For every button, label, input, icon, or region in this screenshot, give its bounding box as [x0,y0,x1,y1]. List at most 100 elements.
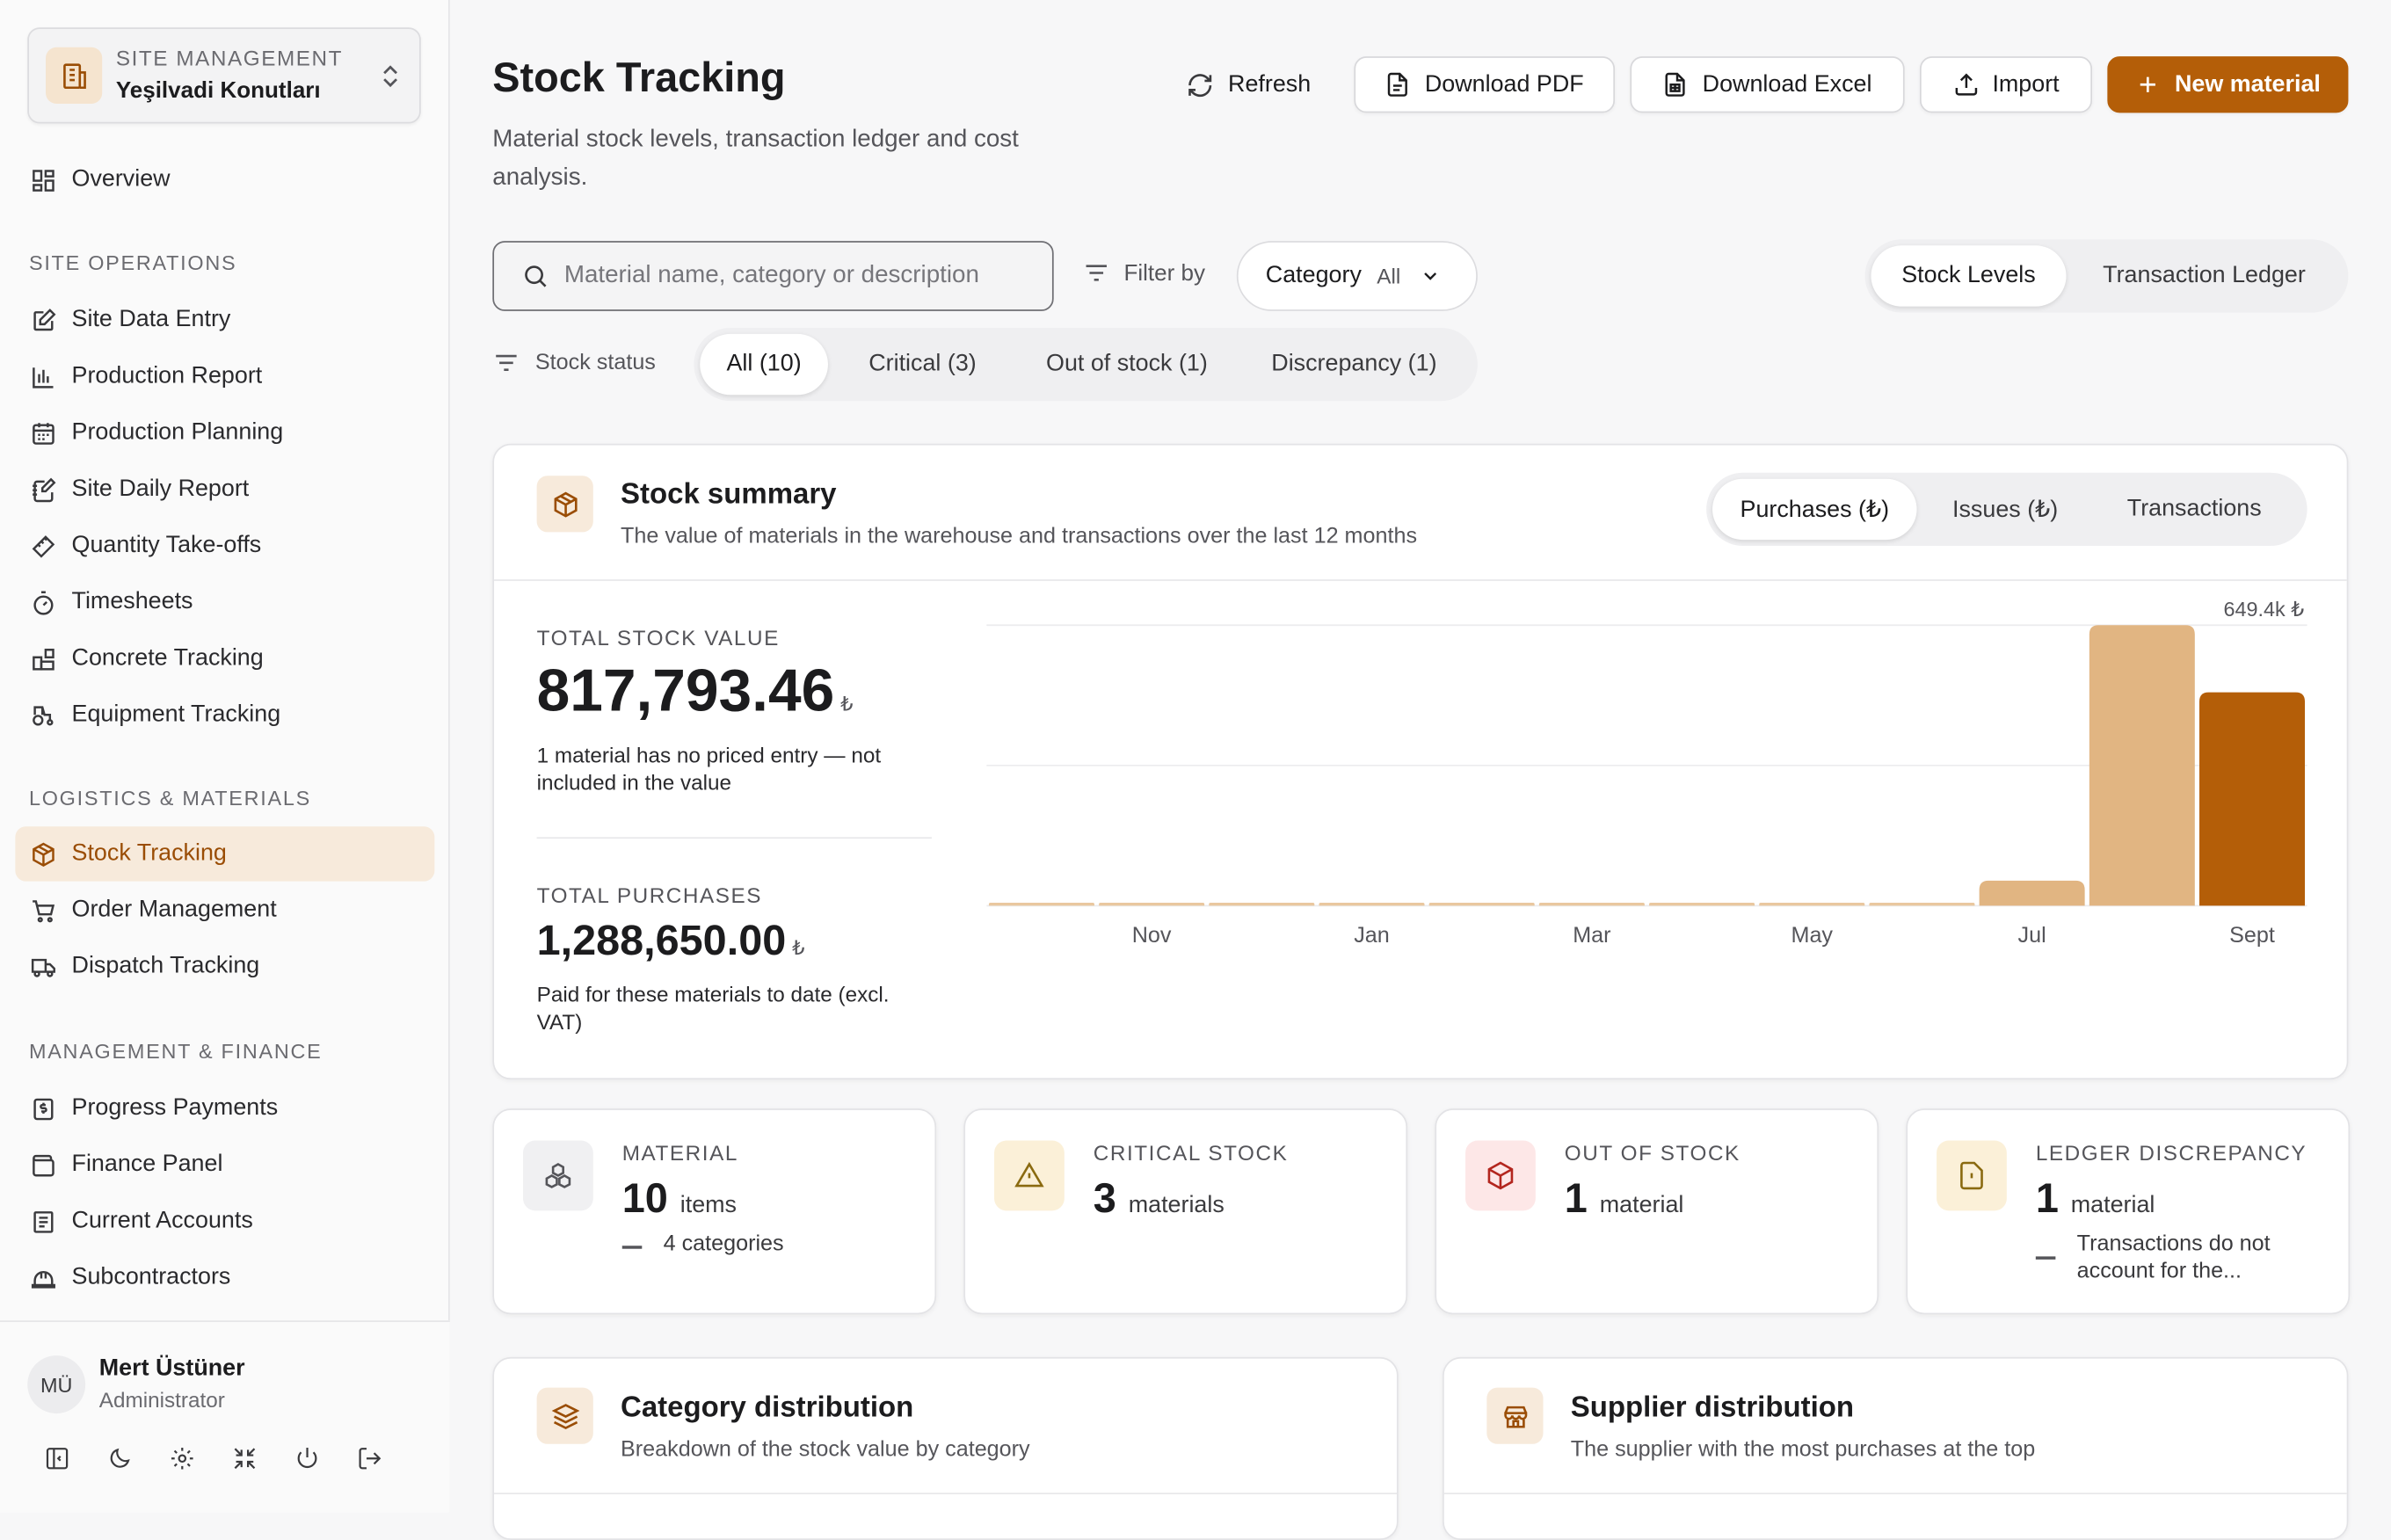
kpi-material: MATERIAL 10 items 4 categories [492,1108,937,1315]
timer-icon [29,589,56,616]
bar-jul[interactable] [1979,880,2085,906]
wallet-icon [29,1151,56,1179]
sidebar-item-stock-tracking[interactable]: Stock Tracking [15,826,435,882]
moon-icon[interactable] [105,1444,133,1471]
status-tab-discrepancy[interactable]: Discrepancy (1) [1237,334,1472,395]
bar-may[interactable] [1759,902,1865,906]
sidebar-item-production-report[interactable]: Production Report [15,349,434,403]
bar-aug[interactable] [2089,625,2195,906]
bar-oct[interactable] [988,902,1094,906]
sidebar-item-site-daily-report[interactable]: Site Daily Report [15,462,434,517]
x-tick-label: Jul [2018,923,2046,948]
sidebar-item-label: Production Planning [71,419,284,446]
power-icon[interactable] [293,1444,320,1471]
kpi-unit: items [680,1192,738,1219]
building-icon [46,47,103,104]
nav-section-logistics: LOGISTICS & MATERIALS [28,787,311,810]
kpi-out-of-stock: OUT OF STOCK 1 material [1435,1108,1879,1315]
bar-dec[interactable] [1209,902,1315,906]
bar-jun[interactable] [1869,902,1975,906]
total-purchases-value: 1,288,650.00 ₺ [537,917,805,966]
file-alert-icon [1937,1140,2007,1211]
status-tab-out-of-stock[interactable]: Out of stock (1) [1017,334,1237,395]
bar-jan[interactable] [1319,902,1425,906]
bar-sept[interactable] [2199,692,2305,906]
kpi-label: LEDGER DISCREPANCY [2035,1140,2307,1166]
bar-apr[interactable] [1649,902,1755,906]
category-select[interactable]: Category All [1236,241,1478,311]
kpi-label: CRITICAL STOCK [1093,1140,1289,1166]
kpi-desc-text: Transactions do not account for the... [2076,1231,2271,1284]
upload-icon [1952,72,1978,98]
x-tick-label: May [1791,923,1834,948]
tab-purchases[interactable]: Purchases (₺) [1712,478,1917,541]
purchases-bar-chart: 649.4k ₺ Nov Jan Mar May Jul Sept [986,598,2307,948]
sidebar: SITE MANAGEMENT Yeşilvadi Konutları Over… [0,0,450,1513]
tractor-icon [29,701,56,729]
kpi-desc: Transactions do not account for the... [2035,1231,2326,1285]
site-switcher[interactable]: SITE MANAGEMENT Yeşilvadi Konutları [27,27,421,124]
bar-chart-icon [29,363,56,390]
kpi-number: 3 [1093,1175,1116,1222]
tab-transaction-ledger[interactable]: Transaction Ledger [2067,245,2343,306]
status-tab-critical[interactable]: Critical (3) [828,334,1017,395]
sidebar-item-label: Subcontractors [71,1264,231,1290]
sidebar-item-overview[interactable]: Overview [15,152,434,207]
user-name: Mert Üstüner [98,1355,245,1382]
filter-by: Filter by [1083,259,1205,287]
search-icon [521,262,549,289]
category-subtitle: Breakdown of the stock value by category [621,1437,1030,1463]
sidebar-item-order-management[interactable]: Order Management [15,883,434,937]
sidebar-item-label: Site Daily Report [71,476,250,502]
sidebar-item-production-planning[interactable]: Production Planning [15,405,434,460]
chevron-down-icon [1421,265,1442,287]
sidebar-item-finance-panel[interactable]: Finance Panel [15,1137,434,1192]
new-material-button[interactable]: New material [2107,56,2349,113]
kpi-value: 10 items [622,1175,737,1223]
avatar[interactable]: MÜ [27,1355,86,1414]
refresh-button[interactable]: Refresh [1166,56,1331,113]
tab-stock-levels[interactable]: Stock Levels [1871,245,2067,307]
sidebar-item-concrete-tracking[interactable]: Concrete Tracking [15,631,434,686]
download-pdf-button[interactable]: Download PDF [1354,56,1616,113]
sidebar-item-progress-payments[interactable]: Progress Payments [15,1081,434,1136]
summary-subtitle: The value of materials in the warehouse … [621,524,1418,549]
stock-status-text: Stock status [534,350,656,375]
bar-nov[interactable] [1099,902,1205,906]
sidebar-item-label: Current Accounts [71,1207,253,1234]
status-tab-all[interactable]: All (10) [700,333,828,396]
panel-collapse-icon[interactable] [43,1444,70,1471]
kpi-number: 1 [2035,1175,2059,1222]
sidebar-item-equipment-tracking[interactable]: Equipment Tracking [15,687,434,742]
search-box[interactable] [492,241,1054,311]
sidebar-item-site-data-entry[interactable]: Site Data Entry [15,293,434,347]
truck-icon [29,953,56,980]
new-material-label: New material [2174,70,2321,98]
sidebar-item-label: Site Data Entry [71,306,231,333]
sidebar-item-current-accounts[interactable]: Current Accounts [15,1194,434,1248]
logout-icon[interactable] [355,1444,382,1471]
layout-grid-icon [29,166,56,193]
total-stock-value: 817,793.46 ₺ [537,658,854,725]
tab-transactions[interactable]: Transactions [2094,479,2295,540]
sidebar-item-dispatch-tracking[interactable]: Dispatch Tracking [15,940,434,994]
kpi-unit: material [2070,1192,2155,1219]
sidebar-item-quantity-take-offs[interactable]: Quantity Take-offs [15,519,434,573]
bar-feb[interactable] [1428,902,1535,906]
summary-title: Stock summary [621,478,837,512]
x-tick-label: Mar [1573,923,1610,948]
sidebar-item-subcontractors[interactable]: Subcontractors [15,1250,434,1304]
download-excel-button[interactable]: Download Excel [1630,56,1905,113]
view-toggle: Stock Levels Transaction Ledger [1864,239,2349,313]
import-button[interactable]: Import [1919,56,2093,113]
search-input[interactable] [563,262,1037,290]
sidebar-item-label: Finance Panel [71,1151,223,1178]
sidebar-item-timesheets[interactable]: Timesheets [15,575,434,629]
sidebar-item-label: Production Report [71,362,263,389]
tab-issues[interactable]: Issues (₺) [1917,479,2094,540]
bar-mar[interactable] [1538,902,1645,906]
gear-icon[interactable] [168,1444,195,1471]
minimize-icon[interactable] [230,1444,258,1471]
kpi-desc: 4 categories [621,1232,784,1256]
x-tick-label: Sept [2229,923,2275,948]
